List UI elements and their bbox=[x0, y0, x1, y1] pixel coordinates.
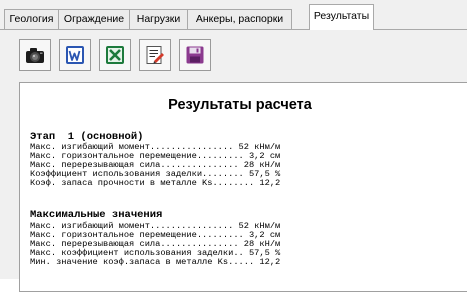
excel-icon bbox=[104, 44, 126, 66]
results-panel: Результаты расчета Этап 1 (основной) Мак… bbox=[0, 30, 467, 292]
export-excel-button[interactable] bbox=[99, 39, 131, 71]
report-line: Мин. значение коэф.запаса в металле Ks..… bbox=[30, 257, 281, 267]
tab-strip: Геология Ограждение Нагрузки Анкеры, рас… bbox=[0, 0, 467, 30]
save-button[interactable] bbox=[179, 39, 211, 71]
results-report: Результаты расчета Этап 1 (основной) Мак… bbox=[19, 82, 467, 292]
report-title: Результаты расчета bbox=[168, 97, 312, 113]
tab-fencing[interactable]: Ограждение bbox=[58, 9, 130, 29]
section-heading: Максимальные значения bbox=[30, 209, 163, 221]
word-icon bbox=[64, 44, 86, 66]
save-icon bbox=[184, 44, 206, 66]
edit-icon bbox=[144, 44, 166, 66]
tab-results[interactable]: Результаты bbox=[309, 4, 374, 30]
camera-button[interactable] bbox=[19, 39, 51, 71]
report-line: Коэф. запаса прочности в металле Ks.....… bbox=[30, 178, 281, 188]
tab-anchors-struts[interactable]: Анкеры, распорки bbox=[187, 9, 292, 29]
export-word-button[interactable] bbox=[59, 39, 91, 71]
camera-icon bbox=[24, 44, 46, 66]
edit-report-button[interactable] bbox=[139, 39, 171, 71]
tab-geology[interactable]: Геология bbox=[4, 9, 59, 29]
tab-loads[interactable]: Нагрузки bbox=[129, 9, 188, 29]
